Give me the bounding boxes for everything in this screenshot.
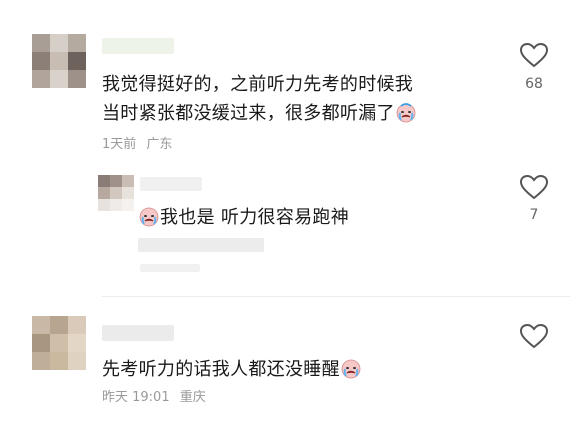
crying-face-emoji-icon: [340, 357, 362, 388]
avatar[interactable]: [32, 316, 86, 370]
heart-icon[interactable]: [519, 174, 549, 200]
like-button[interactable]: [519, 323, 549, 349]
like-count: 68: [525, 76, 543, 92]
username-blurred[interactable]: [102, 38, 174, 54]
reply-text: 我也是 听力很容易跑神: [138, 203, 349, 236]
like-button[interactable]: [519, 42, 549, 68]
username-blurred[interactable]: [140, 177, 202, 191]
username-blurred[interactable]: [102, 325, 174, 341]
comment-location: 重庆: [179, 390, 206, 405]
crying-face-emoji-icon: [395, 101, 417, 132]
comment-time: 1天前: [102, 137, 137, 152]
avatar[interactable]: [32, 34, 86, 88]
like-button[interactable]: [519, 174, 549, 200]
divider: [102, 296, 570, 297]
comment-location: 广东: [146, 137, 173, 152]
comment-time: 昨天 19:01: [102, 390, 170, 405]
heart-icon[interactable]: [519, 323, 549, 349]
reply-meta-blurred: [138, 238, 264, 252]
comment-text: 我觉得挺好的，之前听力先考的时候我 当时紧张都没缓过来，很多都听漏了: [102, 70, 502, 132]
comment-meta: 昨天 19:01 重庆: [102, 386, 206, 405]
blurred-divider: [140, 264, 200, 272]
like-count: 7: [529, 207, 539, 223]
crying-face-emoji-icon: [138, 205, 160, 236]
comment-line: 当时紧张都没缓过来，很多都听漏了: [102, 99, 502, 132]
avatar[interactable]: [98, 175, 134, 211]
comment-line: 我觉得挺好的，之前听力先考的时候我: [102, 74, 414, 95]
comment-meta: 1天前 广东: [102, 133, 172, 152]
heart-icon[interactable]: [519, 42, 549, 68]
comment-text: 先考听力的话我人都还没睡醒: [102, 355, 502, 388]
